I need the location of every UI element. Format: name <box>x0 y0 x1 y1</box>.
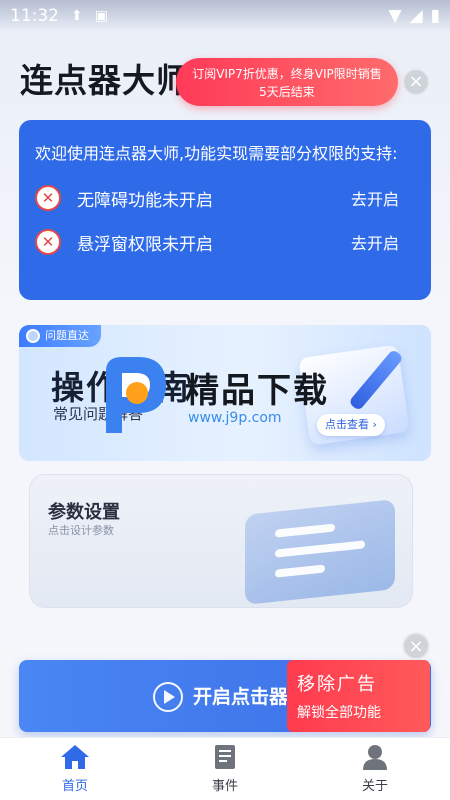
nav-item-about[interactable]: 关于 <box>300 738 450 800</box>
promo-line-2: 5天后结束 <box>259 85 315 99</box>
enable-overlay-button[interactable]: 去开启 <box>351 230 399 254</box>
permission-label: 无障碍功能未开启 <box>77 190 213 211</box>
battery-icon: ▮ <box>430 6 440 26</box>
notification-a-icon: ▣ <box>94 8 108 24</box>
error-x-icon: ✕ <box>35 185 61 211</box>
settings-illustration <box>245 499 395 605</box>
permission-card: 欢迎使用连点器大师,功能实现需要部分权限的支持: ✕ 无障碍功能未开启 去开启 … <box>19 120 431 300</box>
ad-title: 移除广告 <box>297 674 377 695</box>
permission-intro: 欢迎使用连点器大师,功能实现需要部分权限的支持: <box>35 144 398 163</box>
params-subtitle: 点击设计参数 <box>48 524 114 537</box>
nav-item-home[interactable]: 首页 <box>0 738 150 800</box>
wifi-icon: ▼ <box>388 6 402 26</box>
remove-ads-popup[interactable]: 移除广告 解锁全部功能 <box>287 660 430 732</box>
document-list-icon <box>210 743 240 771</box>
params-settings-card[interactable]: 参数设置 点击设计参数 <box>29 474 413 608</box>
permission-row-overlay[interactable]: ✕ 悬浮窗权限未开启 去开启 <box>35 226 413 258</box>
home-icon <box>60 743 90 771</box>
nav-label: 首页 <box>61 779 88 794</box>
watermark: 精品下载 www.j9p.com <box>92 355 362 435</box>
watermark-logo-icon <box>106 357 166 433</box>
status-time: 11:32 <box>10 6 59 26</box>
ad-subtitle: 解锁全部功能 <box>297 705 381 721</box>
bottom-nav: 首页 事件 关于 <box>0 737 450 800</box>
page-title: 连点器大师 <box>20 61 190 100</box>
permission-row-accessibility[interactable]: ✕ 无障碍功能未开启 去开启 <box>35 182 413 214</box>
watermark-url: www.j9p.com <box>188 410 282 426</box>
watermark-text: 精品下载 <box>185 371 329 411</box>
upload-icon: ⬆ <box>71 8 83 24</box>
nav-item-events[interactable]: 事件 <box>150 738 300 800</box>
question-icon <box>26 329 40 343</box>
start-clicker-label: 开启点击器 <box>193 686 289 708</box>
tap-icon <box>153 682 183 712</box>
status-bar: 11:32 ⬆ ▣ ▼ ◢ ▮ <box>0 0 450 32</box>
promo-close-icon[interactable]: × <box>402 68 430 96</box>
signal-icon: ◢ <box>409 6 423 26</box>
guide-tag: 问题直达 <box>19 325 101 347</box>
ad-close-icon[interactable]: × <box>402 632 430 660</box>
promo-line-1: 订阅VIP7折优惠，终身VIP限时销售 <box>192 67 382 81</box>
error-x-icon: ✕ <box>35 229 61 255</box>
nav-label: 事件 <box>211 779 238 794</box>
permission-label: 悬浮窗权限未开启 <box>77 234 213 255</box>
nav-label: 关于 <box>361 779 388 794</box>
vip-promo-banner[interactable]: 订阅VIP7折优惠，终身VIP限时销售 5天后结束 <box>176 58 398 106</box>
enable-accessibility-button[interactable]: 去开启 <box>351 186 399 210</box>
params-title: 参数设置 <box>48 502 120 523</box>
user-icon <box>360 743 390 771</box>
